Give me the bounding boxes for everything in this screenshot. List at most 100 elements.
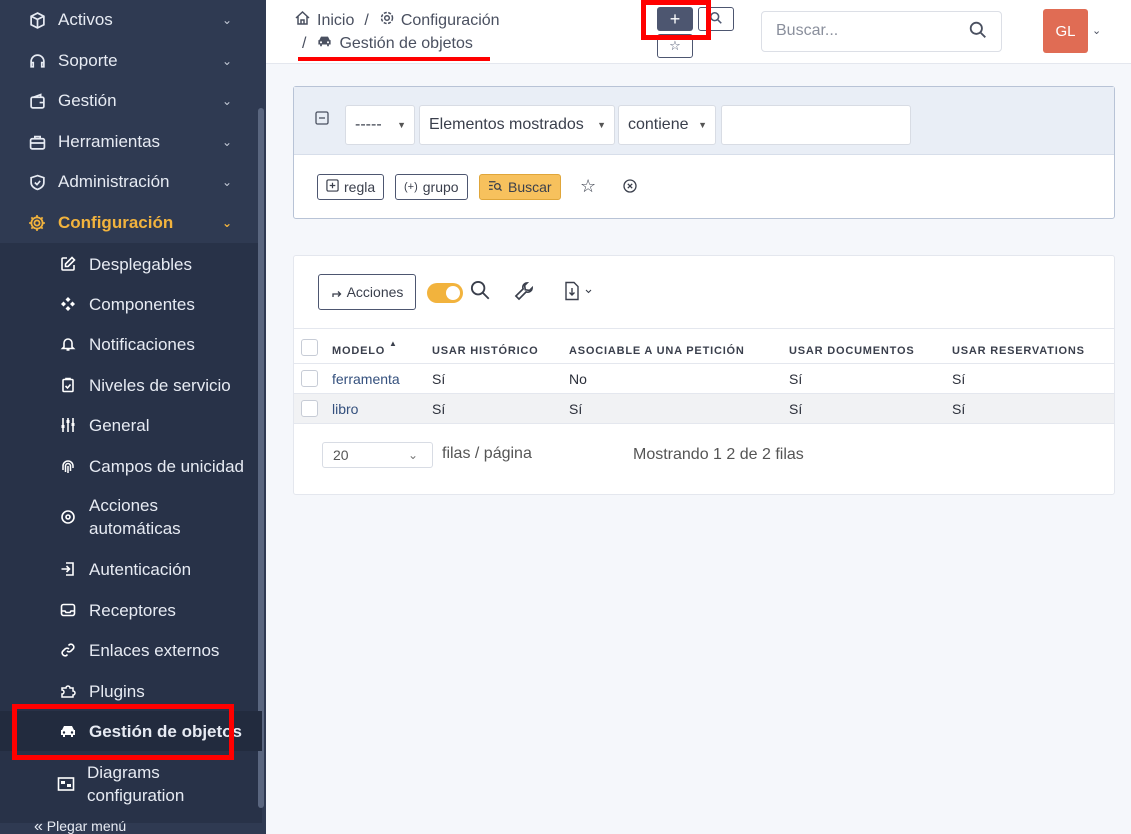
column-header-peticion[interactable]: ASOCIABLE A UNA PETICIÓN: [569, 328, 789, 364]
sidebar-item-acciones-automaticas[interactable]: Acciones automáticas: [0, 494, 262, 540]
search-submit-button[interactable]: Buscar: [479, 174, 561, 200]
collapse-menu-button[interactable]: « Plegar menú: [34, 818, 126, 834]
add-group-label: grupo: [422, 179, 459, 195]
sidebar-item-diagrams-configuration[interactable]: Diagrams configuration: [0, 761, 262, 807]
export-icon[interactable]: [564, 281, 594, 307]
star-icon[interactable]: ☆: [580, 176, 596, 197]
sidebar-item-label: Enlaces externos: [89, 640, 220, 660]
link-icon: [58, 640, 78, 660]
display-toggle[interactable]: [427, 283, 463, 303]
table-row: ferramenta Sí No Sí Sí: [294, 363, 1114, 394]
table-cell: Sí: [569, 393, 789, 424]
criteria-select[interactable]: Elementos mostrados ▼: [419, 105, 615, 145]
sidebar-item-label: Notificaciones: [89, 334, 195, 354]
shield-icon: [27, 172, 47, 192]
sidebar-item-label: Plugins: [89, 681, 145, 701]
sort-asc-icon: ▲: [388, 339, 398, 348]
car-icon: [316, 34, 333, 53]
row-checkbox[interactable]: [301, 400, 318, 418]
gear-icon: [379, 10, 395, 31]
search-submit-label: Buscar: [508, 179, 552, 195]
add-group-button[interactable]: (+) grupo: [395, 174, 468, 200]
row-link[interactable]: libro: [332, 401, 358, 417]
page-size-select[interactable]: 20 ⌄: [322, 442, 433, 468]
sidebar-item-soporte[interactable]: Soporte ⌄: [0, 41, 262, 81]
sidebar-item-label: Activos: [58, 10, 113, 29]
home-icon: [294, 10, 311, 31]
collapse-criteria-icon[interactable]: [315, 111, 329, 130]
sidebar-item-niveles-servicio[interactable]: Niveles de servicio: [0, 365, 262, 405]
breadcrumb-current[interactable]: Gestión de objetos: [339, 35, 472, 53]
chevron-down-icon: ⌄: [221, 54, 232, 68]
row-checkbox[interactable]: [301, 370, 318, 388]
sidebar-item-componentes[interactable]: Componentes: [0, 284, 262, 324]
puzzle-icon: [58, 681, 78, 701]
gear-cycle-icon: [58, 507, 78, 527]
add-rule-label: regla: [344, 179, 376, 195]
sidebar-item-herramientas[interactable]: Herramientas ⌄: [0, 122, 262, 162]
sidebar-item-desplegables[interactable]: Desplegables: [0, 244, 262, 284]
criteria-value-input[interactable]: [721, 105, 911, 145]
sidebar-item-label: General: [89, 415, 150, 435]
select-all-checkbox[interactable]: [301, 338, 318, 356]
field-select[interactable]: ----- ▼: [345, 105, 415, 145]
operator-select[interactable]: contiene ▼: [618, 105, 716, 145]
column-header-reservations[interactable]: USAR RESERVATIONS: [952, 328, 1114, 364]
actions-button[interactable]: Acciones: [318, 274, 416, 310]
sidebar-item-autenticacion[interactable]: Autenticación: [0, 549, 262, 589]
table-cell: Sí: [432, 363, 569, 394]
chevron-down-icon: ⌄: [221, 13, 232, 27]
search-icon[interactable]: [969, 21, 987, 44]
sidebar-item-gestion[interactable]: Gestión ⌄: [0, 81, 262, 121]
breadcrumb-separator: /: [364, 11, 369, 29]
search-filter-panel: ----- ▼ Elementos mostrados ▼ contiene ▼…: [293, 86, 1115, 219]
double-chevron-left-icon: «: [34, 818, 43, 834]
breadcrumb-current-row: / Gestión de objetos: [302, 34, 473, 53]
pagination-info: Mostrando 1 2 de 2 filas: [633, 446, 804, 463]
column-header-documentos[interactable]: USAR DOCUMENTOS: [789, 328, 952, 364]
sidebar-item-enlaces-externos[interactable]: Enlaces externos: [0, 630, 262, 670]
add-rule-button[interactable]: regla: [317, 174, 385, 200]
sidebar-item-label: Receptores: [89, 600, 176, 620]
column-label: MODELO: [332, 345, 386, 357]
global-search[interactable]: [761, 11, 1002, 52]
search-input[interactable]: [776, 22, 956, 40]
sidebar-item-campos-unicidad[interactable]: Campos de unicidad: [0, 446, 262, 486]
search-icon[interactable]: [470, 280, 490, 306]
page-size-label: filas / página: [442, 445, 532, 462]
column-header-modelo[interactable]: MODELO ▲: [332, 328, 432, 364]
row-link[interactable]: ferramenta: [332, 371, 400, 387]
table-cell: Sí: [789, 393, 952, 424]
sidebar-item-general[interactable]: General: [0, 405, 262, 445]
breadcrumb-home[interactable]: Inicio: [317, 12, 354, 30]
star-icon: ☆: [669, 38, 681, 53]
sidebar-item-label: Desplegables: [89, 254, 193, 274]
search-list-icon: [488, 179, 503, 195]
chevron-down-icon: ⌄: [221, 94, 232, 108]
sidebar-item-label: Autenticación: [89, 559, 192, 579]
operator-select-value: contiene: [628, 116, 689, 133]
breadcrumb-config[interactable]: Configuración: [401, 12, 500, 30]
sidebar-item-configuracion[interactable]: Configuración ⌄: [0, 203, 262, 243]
diagram-icon: [56, 774, 76, 794]
chevron-down-icon: ⌄: [221, 216, 232, 230]
table-header-row: MODELO ▲ USAR HISTÓRICO ASOCIABLE A UNA …: [294, 328, 1114, 364]
sidebar-item-label: Soporte: [58, 51, 118, 70]
sidebar-item-notificaciones[interactable]: Notificaciones: [0, 324, 262, 364]
select-all-cell: [294, 328, 332, 364]
reset-icon[interactable]: [623, 179, 637, 198]
column-header-historico[interactable]: USAR HISTÓRICO: [432, 328, 569, 364]
avatar[interactable]: GL: [1043, 9, 1088, 53]
bell-icon: [58, 334, 78, 354]
wrench-icon[interactable]: [514, 281, 534, 307]
results-table: MODELO ▲ USAR HISTÓRICO ASOCIABLE A UNA …: [294, 328, 1114, 424]
sidebar-item-label: Acciones automáticas: [89, 496, 181, 538]
breadcrumb-separator: /: [302, 34, 307, 52]
cell-modelo: ferramenta: [332, 363, 432, 394]
chevron-down-icon: ⌄: [221, 135, 232, 149]
group-icon: (+): [404, 181, 418, 193]
chevron-down-icon[interactable]: ⌄: [1092, 24, 1101, 37]
sidebar-item-administracion[interactable]: Administración ⌄: [0, 162, 262, 202]
sidebar-item-receptores[interactable]: Receptores: [0, 590, 262, 630]
sidebar-item-activos[interactable]: Activos ⌄: [0, 0, 262, 40]
